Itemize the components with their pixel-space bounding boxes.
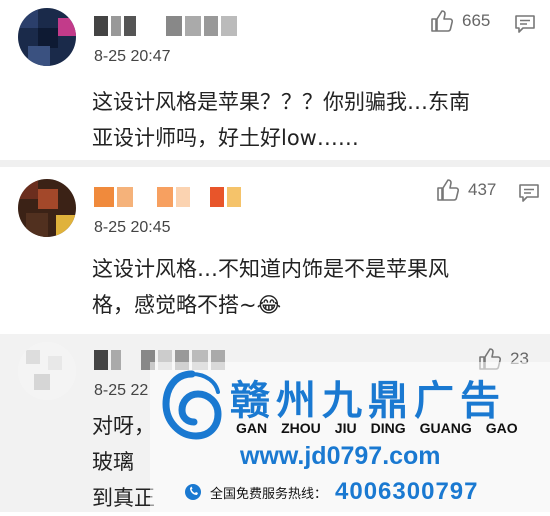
watermark-url: www.jd0797.com bbox=[240, 442, 441, 470]
comment-text: 这设计风格…不知道内饰是不是苹果风 格，感觉略不搭~😂 bbox=[92, 257, 449, 317]
watermark-hotline: 全国免费服务热线： 4006300797 bbox=[184, 478, 479, 506]
avatar[interactable] bbox=[18, 342, 76, 400]
username-mosaic[interactable] bbox=[94, 187, 241, 207]
like-button[interactable]: 665 bbox=[430, 10, 490, 32]
thumbs-up-icon bbox=[431, 10, 454, 32]
hotline-label: 全国免费服务热线： bbox=[210, 486, 328, 502]
thumbs-up-icon bbox=[437, 179, 460, 201]
like-button[interactable]: 437 bbox=[436, 179, 496, 201]
watermark-title: 赣州九鼎广告 bbox=[230, 378, 506, 424]
comment-date: 8-25 20:45 bbox=[94, 219, 171, 236]
comment-item-2: 8-25 20:45 437 这设计风格…不知道内饰是不是苹果风 格，感觉略不搭… bbox=[0, 167, 550, 330]
watermark-pinyin: GAN ZHOU JIU DING GUANG GAO bbox=[236, 420, 518, 436]
comment-separator bbox=[0, 160, 550, 167]
username-mosaic[interactable] bbox=[94, 16, 237, 36]
like-count: 437 bbox=[468, 180, 497, 199]
phone-icon bbox=[185, 484, 201, 500]
like-count: 665 bbox=[462, 11, 491, 30]
avatar[interactable] bbox=[18, 8, 76, 66]
hotline-number: 4006300797 bbox=[335, 478, 479, 505]
advertiser-watermark: 赣州九鼎广告 GAN ZHOU JIU DING GUANG GAO www.j… bbox=[150, 362, 550, 512]
avatar[interactable] bbox=[18, 179, 76, 237]
swirl-logo-icon bbox=[162, 370, 222, 440]
reply-comment-icon[interactable] bbox=[514, 14, 536, 34]
comment-date: 8-25 20:47 bbox=[94, 48, 171, 65]
comment-date: 8-25 22 bbox=[94, 382, 149, 399]
reply-comment-icon[interactable] bbox=[518, 183, 540, 203]
comment-text: 这设计风格是苹果？？？你别骗我…东南 亚设计师吗，好土好low…… bbox=[92, 90, 470, 150]
comment-item-1: 8-25 20:47 665 这设计风格是苹果？？？你别骗我…东南 亚设计师吗，… bbox=[0, 0, 550, 160]
